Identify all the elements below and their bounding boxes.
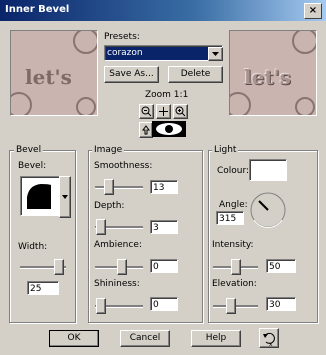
elevation-label: Elevation: <box>212 279 257 289</box>
presets-label: Presets: <box>104 32 140 42</box>
elevation-field[interactable]: 30 <box>266 297 296 311</box>
width-field[interactable]: 25 <box>27 281 59 295</box>
light-group-label: Light <box>212 145 239 155</box>
bevel-dropdown-arrow[interactable] <box>59 176 71 218</box>
help-button[interactable]: Help <box>191 330 241 347</box>
pan-icon[interactable] <box>156 104 171 119</box>
cancel-button[interactable]: Cancel <box>120 330 170 347</box>
ambience-slider-thumb[interactable] <box>117 259 127 275</box>
shininess-label: Shininess: <box>94 279 140 289</box>
svg-text:x: x <box>269 341 273 347</box>
navigate-icon[interactable] <box>139 122 153 138</box>
shininess-slider-thumb[interactable] <box>96 298 106 314</box>
intensity-slider-thumb[interactable] <box>231 259 241 275</box>
reset-icon[interactable]: x <box>259 328 279 348</box>
ambience-label: Ambience: <box>94 240 142 250</box>
preview-before[interactable]: let's <box>10 30 98 116</box>
bevel-shape-picker[interactable] <box>20 176 60 216</box>
ok-button[interactable]: OK <box>49 330 99 347</box>
width-slider-thumb[interactable] <box>54 259 64 275</box>
eye-icon[interactable] <box>152 121 186 137</box>
elevation-slider-thumb[interactable] <box>226 298 236 314</box>
smoothness-slider-thumb[interactable] <box>104 179 114 195</box>
zoom-out-icon[interactable] <box>139 104 154 119</box>
depth-field[interactable]: 3 <box>150 220 178 234</box>
angle-field[interactable]: 315 <box>216 211 244 225</box>
zoom-in-icon[interactable] <box>173 104 188 119</box>
zoom-label: Zoom 1:1 <box>145 90 189 100</box>
shininess-field[interactable]: 0 <box>150 297 178 311</box>
smoothness-slider-track[interactable] <box>95 186 143 189</box>
intensity-label: Intensity: <box>212 240 254 250</box>
bevel-shape-icon <box>27 184 51 209</box>
bevel-label: Bevel: <box>18 161 47 171</box>
chevron-down-icon[interactable] <box>208 47 223 61</box>
presets-dropdown[interactable]: corazon <box>104 45 223 61</box>
close-button[interactable]: × <box>304 3 322 19</box>
preview-after-text: let's <box>244 65 291 89</box>
image-group-label: Image <box>92 145 125 155</box>
depth-label: Depth: <box>94 201 125 211</box>
bevel-group-label: Bevel <box>14 145 44 155</box>
delete-button[interactable]: Delete <box>168 66 223 83</box>
save-as-button[interactable]: Save As... <box>104 66 159 83</box>
presets-selected: corazon <box>107 48 143 58</box>
smoothness-label: Smoothness: <box>94 161 153 171</box>
preview-after[interactable]: let's <box>229 30 317 116</box>
smoothness-field[interactable]: 13 <box>150 180 178 194</box>
width-label: Width: <box>18 242 48 252</box>
intensity-field[interactable]: 50 <box>266 259 296 273</box>
window-title: Inner Bevel <box>5 4 70 15</box>
ambience-field[interactable]: 0 <box>150 259 178 273</box>
depth-slider-thumb[interactable] <box>96 219 106 235</box>
colour-swatch[interactable] <box>249 159 287 181</box>
preview-before-text: let's <box>25 65 72 89</box>
colour-label: Colour: <box>217 166 250 176</box>
angle-label: Angle: <box>219 200 248 210</box>
angle-dial[interactable] <box>248 190 288 230</box>
